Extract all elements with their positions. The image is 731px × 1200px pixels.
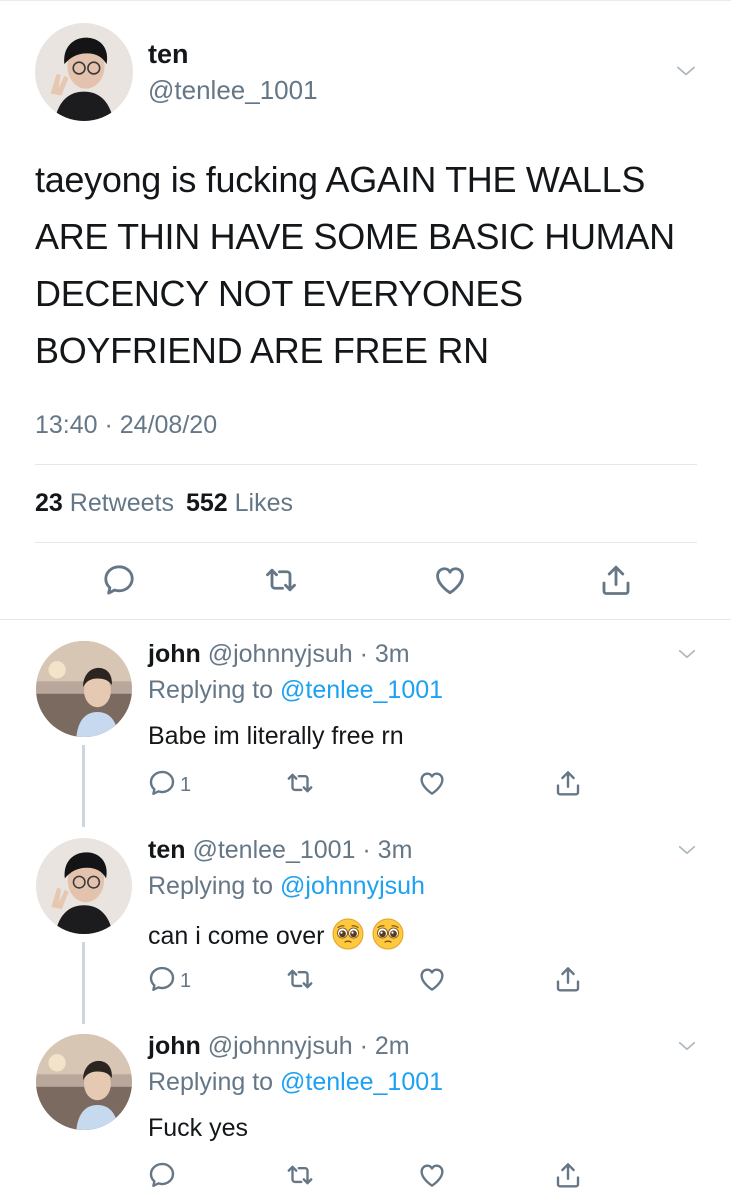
retweet-count: 23 [35, 489, 63, 517]
share-icon[interactable] [553, 768, 583, 798]
retweet-icon[interactable] [285, 964, 315, 994]
author-handle[interactable]: @tenlee_1001 [148, 75, 318, 106]
reply-icon[interactable] [147, 1160, 177, 1190]
divider [35, 542, 697, 543]
divider [35, 464, 697, 465]
likes-link[interactable]: 552 Likes [186, 489, 293, 517]
chevron-down-icon[interactable] [676, 643, 698, 665]
mention-link[interactable]: @tenlee_1001 [280, 676, 443, 704]
author-name[interactable]: ten [148, 39, 189, 70]
author-meta: @johnnyjsuh · 2m [207, 1032, 410, 1060]
author-name[interactable]: john [148, 1032, 201, 1060]
reply-icon[interactable] [147, 768, 177, 798]
reply-count: 1 [180, 774, 192, 796]
replying-to: Replying to @tenlee_1001 [148, 1068, 443, 1097]
chevron-down-icon[interactable] [676, 1035, 698, 1057]
replying-prefix: Replying to [148, 1068, 274, 1096]
retweet-icon[interactable] [285, 1160, 315, 1190]
tweet-text: taeyong is fucking AGAIN THE WALLS ARE T… [35, 159, 675, 371]
reply-icon[interactable] [147, 964, 177, 994]
avatar[interactable] [35, 23, 133, 121]
reply-header: john @johnnyjsuh · 3m [148, 640, 410, 669]
mention-link[interactable]: @johnnyjsuh [280, 872, 425, 900]
mention-link[interactable]: @tenlee_1001 [280, 1068, 443, 1096]
reply-header: john @johnnyjsuh · 2m [148, 1032, 410, 1061]
divider [0, 619, 731, 620]
author-meta: @johnnyjsuh · 3m [207, 640, 410, 668]
reply-text: can i come over [148, 922, 325, 950]
pleading-face-icon [372, 918, 404, 950]
retweet-label: Retweets [69, 489, 174, 517]
thread-line [82, 745, 85, 827]
share-icon[interactable] [553, 964, 583, 994]
author-name[interactable]: ten [148, 836, 186, 864]
retweet-icon[interactable] [263, 562, 299, 598]
reply-text-row: can i come over [148, 918, 404, 951]
reply-icon[interactable] [101, 562, 137, 598]
retweet-icon[interactable] [285, 768, 315, 798]
replying-prefix: Replying to [148, 872, 274, 900]
chevron-down-icon[interactable] [676, 839, 698, 861]
avatar[interactable] [36, 641, 132, 737]
like-count: 552 [185, 489, 228, 517]
tweet-timestamp: 13:40 · 24/08/20 [35, 411, 218, 439]
replying-to: Replying to @johnnyjsuh [148, 872, 425, 901]
avatar[interactable] [36, 838, 132, 934]
reply-count: 1 [180, 970, 192, 992]
reply-text: Fuck yes [148, 1114, 249, 1142]
avatar[interactable] [36, 1034, 132, 1130]
reply-text: Babe im literally free rn [148, 722, 404, 750]
heart-icon[interactable] [417, 964, 447, 994]
chevron-down-icon[interactable] [674, 59, 698, 83]
engagement-stats: 23 Retweets 552 Likes [35, 489, 293, 518]
author-meta: @tenlee_1001 · 3m [192, 836, 413, 864]
reply-header: ten @tenlee_1001 · 3m [148, 836, 412, 865]
author-name[interactable]: john [148, 640, 201, 668]
main-tweet: ten @tenlee_1001 taeyong is fucking AGAI… [0, 0, 731, 620]
like-label: Likes [234, 489, 294, 517]
share-icon[interactable] [553, 1160, 583, 1190]
replying-prefix: Replying to [148, 676, 274, 704]
pleading-face-icon [332, 918, 364, 950]
replying-to: Replying to @tenlee_1001 [148, 676, 443, 705]
heart-icon[interactable] [417, 1160, 447, 1190]
retweets-link[interactable]: 23 Retweets [35, 489, 174, 517]
heart-icon[interactable] [417, 768, 447, 798]
share-icon[interactable] [598, 562, 634, 598]
heart-icon[interactable] [432, 562, 468, 598]
thread-line [82, 942, 85, 1024]
